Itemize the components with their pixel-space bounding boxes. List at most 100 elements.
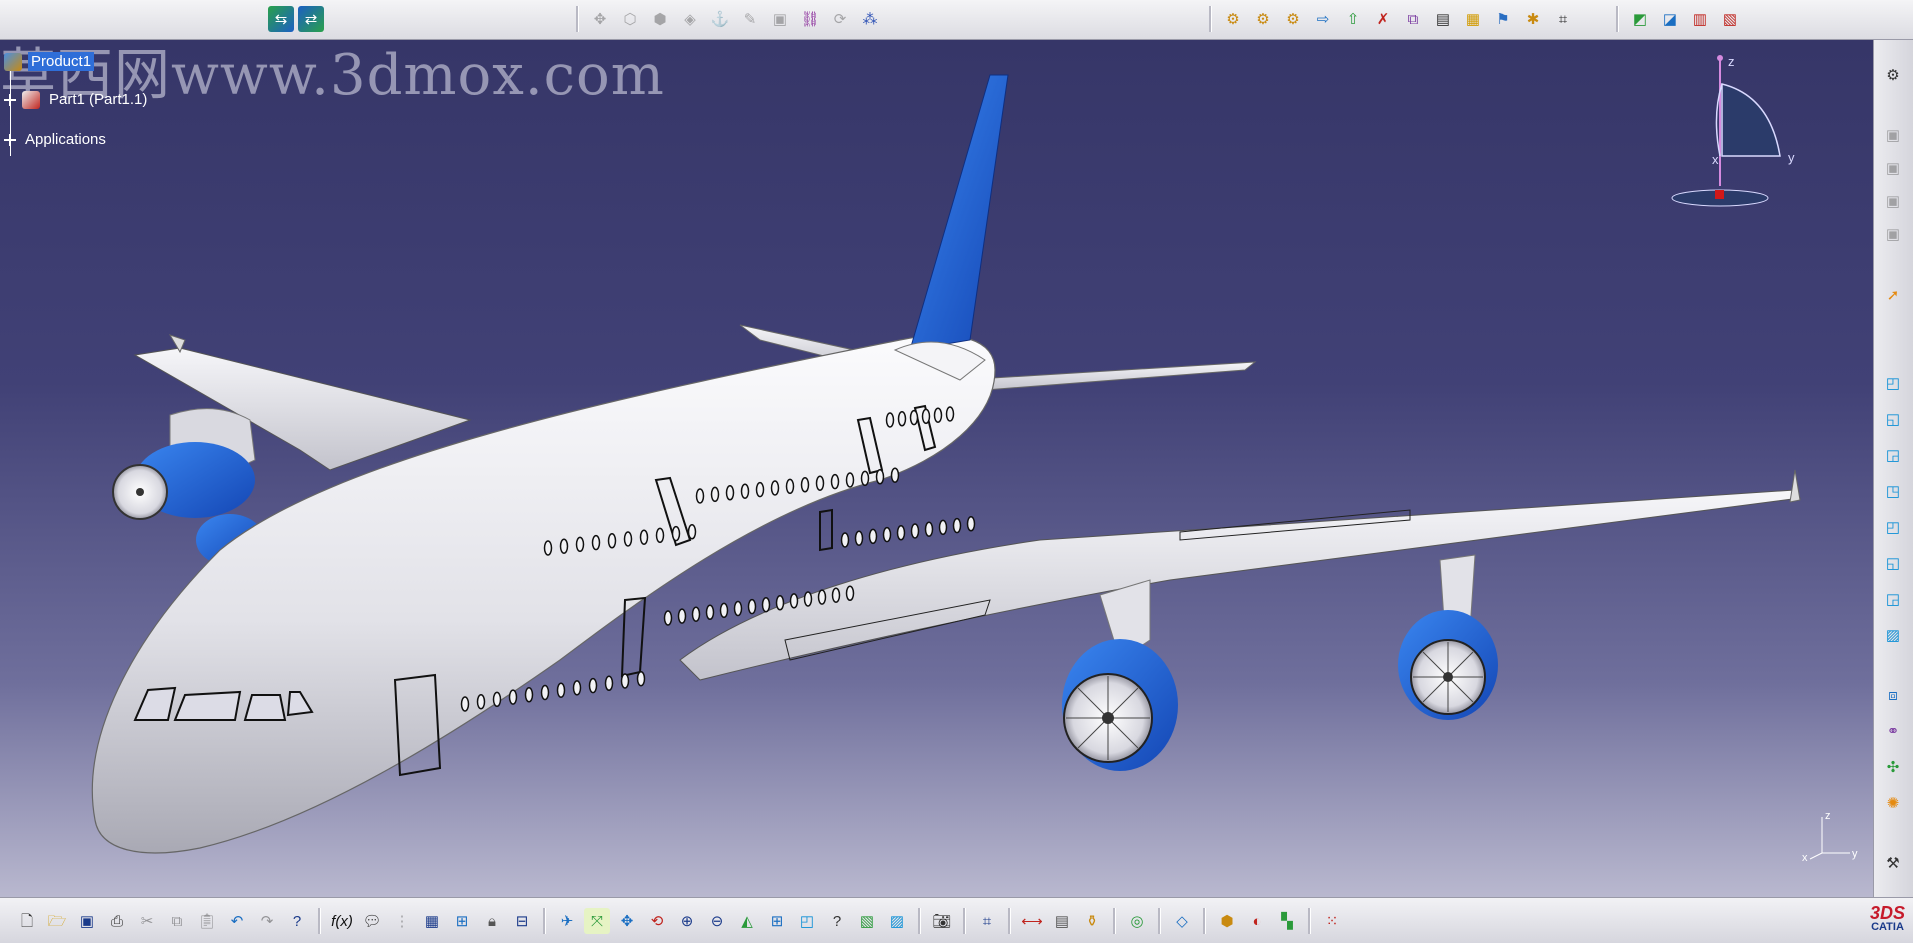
move-icon[interactable]: ✣ <box>1880 754 1906 780</box>
expand-icon[interactable] <box>4 133 16 146</box>
cube-view-icon[interactable]: ◩ <box>1627 6 1653 32</box>
doc-red-icon[interactable]: ▥ <box>1687 6 1713 32</box>
tree-label-applications[interactable]: Applications <box>22 130 109 149</box>
layer-icon[interactable]: ◇ <box>1169 908 1195 934</box>
aircraft-model[interactable] <box>0 40 1873 897</box>
front-view-icon[interactable]: ◱ <box>1880 406 1906 432</box>
cut-icon[interactable]: ✂ <box>134 908 160 934</box>
doc-red-alt-icon[interactable]: ▧ <box>1717 6 1743 32</box>
hide-show-icon[interactable]: ? <box>824 908 850 934</box>
publish-icon[interactable]: ⇧ <box>1340 6 1366 32</box>
grid-icon[interactable]: ⌗ <box>974 908 1000 934</box>
manipulation-icon[interactable]: ✥ <box>587 6 613 32</box>
material-icon[interactable]: ⚱ <box>1079 908 1105 934</box>
multi-instantiate-icon[interactable]: ⁂ <box>857 6 883 32</box>
tree-item-product1[interactable]: Product1 <box>4 52 95 71</box>
app-b-icon[interactable]: ▣ <box>1880 155 1906 181</box>
measure-icon[interactable]: ⟷ <box>1019 908 1045 934</box>
paint-icon[interactable]: ⬢ <box>1214 908 1240 934</box>
apply-material-icon[interactable]: ▚ <box>1274 908 1300 934</box>
tools-icon[interactable]: ⚒ <box>1880 850 1906 876</box>
lock-icon[interactable]: 🔒︎ <box>479 908 505 934</box>
render-icon[interactable]: ⧈ <box>1880 682 1906 708</box>
right-view-icon[interactable]: ◰ <box>1880 514 1906 540</box>
select-arrow-icon[interactable]: ➚ <box>1880 282 1906 308</box>
render-style-icon[interactable]: ▨ <box>884 908 910 934</box>
whats-this-icon[interactable]: ? <box>284 908 310 934</box>
product-init-icon[interactable]: ✗ <box>1370 6 1396 32</box>
palette-icon[interactable]: ◐ <box>1244 908 1270 934</box>
save-management-icon[interactable]: ⇨ <box>1310 6 1336 32</box>
copy-icon[interactable]: ⧉ <box>164 908 190 934</box>
undo-icon[interactable]: ↶ <box>224 908 250 934</box>
app-d-icon[interactable]: ▣ <box>1880 221 1906 247</box>
3d-viewport[interactable]: 草西网www.3dmox.com Product1 Part1 (Part1.1… <box>0 40 1873 897</box>
analysis-icon[interactable]: ▣ <box>767 6 793 32</box>
iso-cube-icon[interactable]: ◰ <box>794 908 820 934</box>
gear-numbering-icon[interactable]: ⚙ <box>1250 6 1276 32</box>
swap-visible-icon[interactable]: ▧ <box>854 908 880 934</box>
constraint-grid-icon[interactable]: ⁙ <box>1319 908 1345 934</box>
named-view-icon[interactable]: ▨ <box>1880 622 1906 648</box>
back-view-icon[interactable]: ◲ <box>1880 442 1906 468</box>
pan-icon[interactable]: ✥ <box>614 908 640 934</box>
multi-view-icon[interactable]: ⊞ <box>764 908 790 934</box>
constraint-icon[interactable]: ⌗ <box>1550 6 1576 32</box>
structure-icon[interactable]: ⊟ <box>509 908 535 934</box>
cabin-window <box>909 409 919 426</box>
normal-view-icon[interactable]: ◭ <box>734 908 760 934</box>
comment-icon[interactable]: 💬︎ <box>359 908 385 934</box>
compass-widget[interactable]: z x y <box>1660 46 1800 216</box>
table-icon[interactable]: ▦ <box>419 908 445 934</box>
tree-item-part1[interactable]: Part1 (Part1.1) <box>4 90 150 109</box>
smart-move-icon[interactable]: ⬢ <box>647 6 673 32</box>
tree-label-part1[interactable]: Part1 (Part1.1) <box>46 90 150 109</box>
gear-generate-icon[interactable]: ⚙ <box>1220 6 1246 32</box>
left-view-icon[interactable]: ◳ <box>1880 478 1906 504</box>
annotation-icon[interactable]: ✱ <box>1520 6 1546 32</box>
formula-icon[interactable]: f(x) <box>329 908 355 934</box>
capture-icon[interactable]: 📷︎ <box>929 908 955 934</box>
knowledge-icon[interactable]: ⋮ <box>389 908 415 934</box>
clash-icon[interactable]: ▤ <box>1049 908 1075 934</box>
zoom-in-icon[interactable]: ⊕ <box>674 908 700 934</box>
rotate-icon[interactable]: ⟲ <box>644 908 670 934</box>
chain-icon[interactable]: ⛓ <box>797 6 823 32</box>
fit-all-icon[interactable]: ⤧ <box>584 908 610 934</box>
sketch-icon[interactable]: ◎ <box>1124 908 1150 934</box>
gear-catalog-icon[interactable]: ⚙ <box>1280 6 1306 32</box>
swap-view-icon[interactable]: ⇆ <box>268 6 294 32</box>
save-icon[interactable]: ▣ <box>74 908 100 934</box>
text-icon[interactable]: ▦ <box>1460 6 1486 32</box>
zoom-out-icon[interactable]: ⊖ <box>704 908 730 934</box>
expand-icon[interactable] <box>4 93 16 106</box>
app-a-icon[interactable]: ▣ <box>1880 122 1906 148</box>
bom-icon[interactable]: ▤ <box>1430 6 1456 32</box>
top-view-icon[interactable]: ◱ <box>1880 550 1906 576</box>
explode-orange-icon[interactable]: ✺ <box>1880 790 1906 816</box>
gear-process-icon[interactable]: ⚙ <box>1880 62 1906 88</box>
tree-icon[interactable]: ⊞ <box>449 908 475 934</box>
cabin-window <box>945 406 955 422</box>
new-icon[interactable]: 🗋 <box>14 908 40 934</box>
bottom-view-icon[interactable]: ◲ <box>1880 586 1906 612</box>
app-c-icon[interactable]: ▣ <box>1880 188 1906 214</box>
redo-icon[interactable]: ↷ <box>254 908 280 934</box>
snap-icon[interactable]: ⬡ <box>617 6 643 32</box>
flag-icon[interactable]: ⚑ <box>1490 6 1516 32</box>
refresh-icon[interactable]: ⟳ <box>827 6 853 32</box>
iso-view-icon[interactable]: ◰ <box>1880 370 1906 396</box>
open-icon[interactable]: 🗁 <box>44 908 70 934</box>
bike-icon[interactable]: ⚭ <box>1880 718 1906 744</box>
swap-view-alt-icon[interactable]: ⇄ <box>298 6 324 32</box>
print-icon[interactable]: ⎙ <box>104 908 130 934</box>
stop-manipulate-icon[interactable]: ⚓ <box>707 6 733 32</box>
fly-mode-icon[interactable]: ✈ <box>554 908 580 934</box>
cube-split-icon[interactable]: ◪ <box>1657 6 1683 32</box>
tree-item-applications[interactable]: Applications <box>4 130 109 149</box>
paste-icon[interactable]: 📋︎ <box>194 908 220 934</box>
explode-icon[interactable]: ◈ <box>677 6 703 32</box>
pen-icon[interactable]: ✎ <box>737 6 763 32</box>
scene-icon[interactable]: ⧉ <box>1400 6 1426 32</box>
tree-label-product1[interactable]: Product1 <box>28 52 95 71</box>
